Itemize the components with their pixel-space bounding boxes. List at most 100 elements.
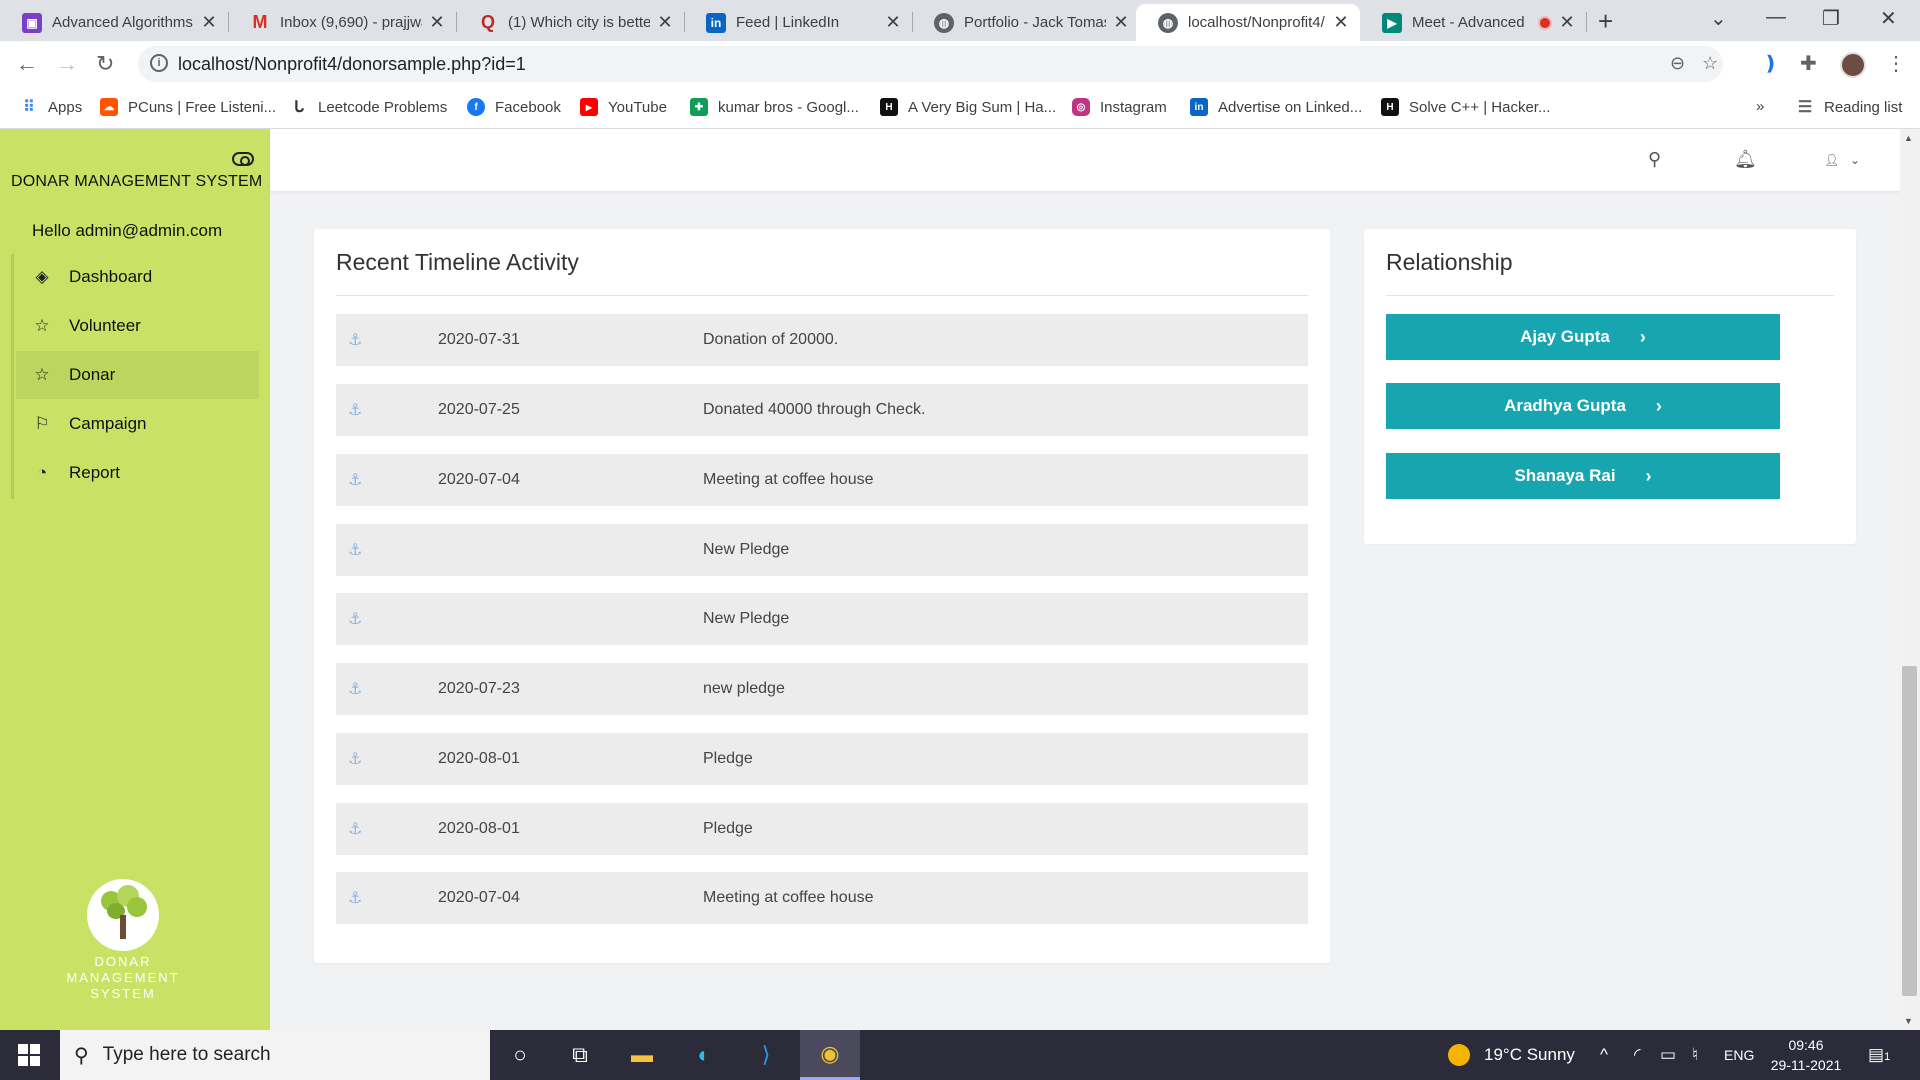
timeline-row: ⚓︎ 2020-07-25 Donated 40000 through Chec… [336, 384, 1308, 436]
timeline-date: 2020-07-04 [438, 471, 520, 488]
bookmark-item[interactable]: ᒐ Leetcode Problems [290, 98, 447, 117]
browser-tab[interactable]: Q (1) Which city is bette ✕ [456, 4, 684, 41]
search-icon[interactable]: ⚲ [1648, 149, 1661, 170]
page-scrollbar[interactable]: ▲ ▼ [1900, 129, 1920, 1030]
site-info-icon[interactable]: i [150, 54, 168, 72]
close-window-button[interactable]: ✕ [1880, 6, 1897, 31]
sidebar-toggle-icon[interactable] [232, 152, 254, 166]
reading-list-button[interactable]: ☰ Reading list [1796, 98, 1903, 117]
close-tab-icon[interactable]: ✕ [1558, 12, 1576, 33]
bookmark-item[interactable]: f Facebook [467, 98, 561, 116]
forward-button[interactable]: → [56, 51, 78, 77]
profile-avatar[interactable] [1840, 52, 1866, 78]
tab-title: localhost/Nonprofit4/ [1188, 14, 1325, 31]
timeline-text: Pledge [703, 820, 753, 837]
bookmark-item[interactable]: H Solve C++ | Hacker... [1381, 98, 1550, 116]
browser-tab[interactable]: M Inbox (9,690) - prajjwa ✕ [228, 4, 456, 41]
notification-icon[interactable]: ▤1 [1868, 1045, 1890, 1065]
relationship-button[interactable]: Ajay Gupta › [1386, 314, 1780, 360]
anchor-icon: ⚓︎ [348, 542, 363, 559]
anchor-icon: ⚓︎ [348, 332, 363, 349]
sidebar-item-report[interactable]: ◔ Report [16, 449, 259, 497]
close-tab-icon[interactable]: ✕ [200, 12, 218, 33]
windows-taskbar: ⚲ Type here to search ○ ⧉ ▬ ◐ ⟩ ◉ 19°C S… [0, 1030, 1920, 1080]
apps-grid-icon: ⠿ [23, 99, 35, 116]
back-button[interactable]: ← [16, 51, 38, 77]
close-tab-icon[interactable]: ✕ [1332, 12, 1350, 33]
bookmark-star-icon[interactable]: ☆ [1702, 53, 1718, 74]
new-tab-button[interactable]: + [1598, 6, 1613, 37]
youtube-icon: ▶ [580, 98, 598, 116]
relationship-button[interactable]: Aradhya Gupta › [1386, 383, 1780, 429]
address-bar[interactable]: i localhost/Nonprofit4/donorsample.php?i… [138, 46, 1723, 82]
minimize-button[interactable]: — [1766, 6, 1786, 29]
cortana-icon[interactable]: ○ [490, 1030, 550, 1080]
browser-menu-icon[interactable]: ⋮ [1886, 51, 1906, 76]
battery-icon[interactable]: ▭ [1660, 1045, 1676, 1065]
edge-icon[interactable]: ◐ [674, 1030, 734, 1080]
sidebar-item-label: Donar [69, 365, 116, 384]
pie-chart-icon: ◔ [36, 463, 48, 482]
sidebar-item-donar[interactable]: ☆ Donar [16, 351, 259, 399]
relationship-name: Shanaya Rai [1514, 466, 1616, 485]
sidebar-item-volunteer[interactable]: ☆ Volunteer [16, 302, 259, 350]
file-explorer-icon[interactable]: ▬ [612, 1030, 672, 1080]
user-icon[interactable]: 👤︎ [1824, 153, 1839, 167]
logo-caption: DONAR MANAGEMENT SYSTEM [66, 954, 180, 1001]
task-view-icon[interactable]: ⧉ [550, 1030, 610, 1080]
sidebar-item-campaign[interactable]: ⚐ Campaign [16, 400, 259, 448]
bookmark-item[interactable]: H A Very Big Sum | Ha... [880, 98, 1056, 116]
extensions-puzzle-icon[interactable]: ✚ [1800, 51, 1817, 76]
windows-start-icon[interactable] [18, 1044, 40, 1066]
hackerrank-icon: H [880, 98, 898, 116]
more-bookmarks-button[interactable]: » [1756, 98, 1764, 115]
relationship-name: Aradhya Gupta [1504, 396, 1626, 415]
browser-tab-active[interactable]: ◍ localhost/Nonprofit4/ ✕ [1136, 4, 1360, 41]
weather-text[interactable]: 19°C Sunny [1484, 1045, 1575, 1065]
top-header: ⚲ 🔔︎ 👤︎ ⌄ [270, 129, 1900, 191]
bookmark-item[interactable]: ◎ Instagram [1072, 98, 1167, 116]
tree-logo [87, 879, 159, 951]
timeline-text: Meeting at coffee house [703, 889, 874, 906]
bookmark-item[interactable]: ▶ YouTube [580, 98, 667, 116]
chevron-up-icon[interactable]: ^ [1600, 1045, 1608, 1065]
microphone-icon[interactable]: ♮ [1692, 1045, 1698, 1065]
taskbar-search[interactable]: ⚲ Type here to search [60, 1030, 490, 1080]
browser-tab[interactable]: ▣ Advanced Algorithms ✕ [0, 4, 228, 41]
timeline-text: New Pledge [703, 610, 790, 627]
scroll-up-icon[interactable]: ▲ [1904, 133, 1913, 143]
sidebar-item-dashboard[interactable]: ◈ Dashboard [16, 253, 259, 301]
browser-tab[interactable]: ◍ Portfolio - Jack Tomas ✕ [912, 4, 1140, 41]
browser-tab[interactable]: in Feed | LinkedIn ✕ [684, 4, 912, 41]
network-icon[interactable]: ◜ [1634, 1045, 1641, 1065]
close-tab-icon[interactable]: ✕ [1112, 12, 1130, 33]
extension-icon[interactable]: ❫ [1762, 51, 1779, 76]
chrome-icon[interactable]: ◉ [800, 1030, 860, 1080]
browser-tab[interactable]: ▶ Meet - Advanced ✕ [1360, 4, 1586, 41]
reload-button[interactable]: ↻ [96, 51, 114, 77]
scroll-down-icon[interactable]: ▼ [1904, 1016, 1913, 1026]
close-tab-icon[interactable]: ✕ [884, 12, 902, 33]
bell-icon[interactable]: 🔔︎ [1734, 149, 1757, 170]
close-tab-icon[interactable]: ✕ [656, 12, 674, 33]
url-text[interactable]: localhost/Nonprofit4/donorsample.php?id=… [178, 54, 526, 75]
bookmark-item[interactable]: ✚ kumar bros - Googl... [690, 98, 859, 116]
close-tab-icon[interactable]: ✕ [428, 12, 446, 33]
sidebar: DONAR MANAGEMENT SYSTEM Hello admin@admi… [0, 129, 270, 1030]
vscode-icon[interactable]: ⟩ [736, 1030, 796, 1080]
timeline-text: new pledge [703, 680, 785, 697]
timeline-date: 2020-07-23 [438, 680, 520, 697]
bookmark-item[interactable]: in Advertise on Linked... [1190, 98, 1362, 116]
hackerrank-icon: H [1381, 98, 1399, 116]
language-indicator[interactable]: ENG [1724, 1047, 1754, 1063]
relationship-button[interactable]: Shanaya Rai › [1386, 453, 1780, 499]
scroll-thumb[interactable] [1902, 666, 1917, 996]
zoom-icon[interactable]: ⊖ [1670, 53, 1685, 74]
taskbar-clock[interactable]: 09:46 29-11-2021 [1766, 1035, 1846, 1075]
bookmark-item[interactable]: ☁ PCuns | Free Listeni... [100, 98, 276, 116]
chevron-down-icon[interactable]: ⌄ [1850, 153, 1860, 167]
tab-search-icon[interactable]: ⌄ [1710, 6, 1727, 31]
bookmark-apps[interactable]: ⠿ Apps [20, 98, 82, 117]
maximize-button[interactable]: ❐ [1822, 6, 1840, 31]
facebook-icon: f [467, 98, 485, 116]
